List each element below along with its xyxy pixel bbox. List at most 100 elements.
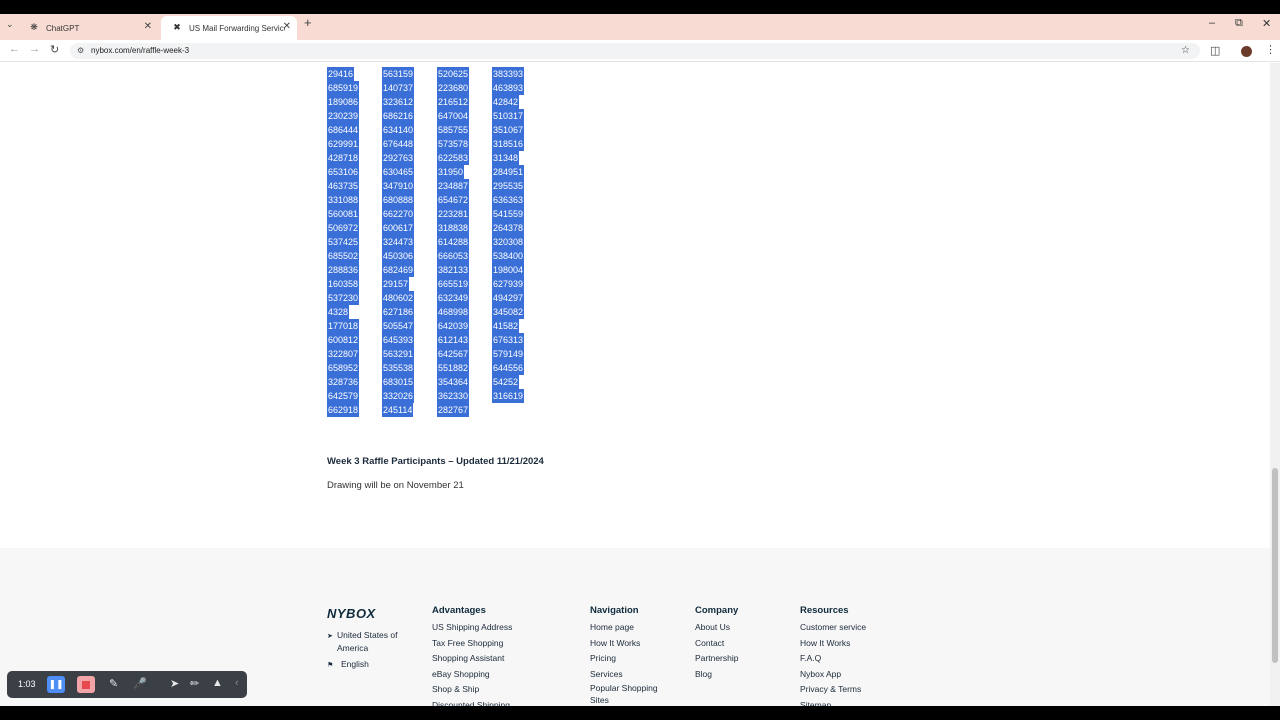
minimize-icon[interactable]: – [1209, 17, 1215, 29]
raffle-number: 563291 [382, 347, 415, 361]
raffle-number: 160358 [327, 277, 360, 291]
raffle-number: 177018 [327, 319, 360, 333]
raffle-number: 216512 [437, 95, 470, 109]
tab-title: ChatGPT [46, 23, 80, 33]
raffle-number: 642039 [437, 319, 470, 333]
raffle-number: 573578 [437, 137, 470, 151]
raffle-subtitle: Drawing will be on November 21 [327, 480, 464, 491]
raffle-number: 292763 [382, 151, 415, 165]
back-icon[interactable]: ← [9, 43, 20, 55]
footer-link[interactable]: Nybox App [800, 667, 866, 683]
annotate-icon[interactable]: ✎ [109, 677, 118, 690]
footer-link[interactable]: Shopping Assistant [432, 651, 512, 667]
footer-heading: Advantages [432, 605, 486, 616]
pause-button[interactable]: ❚❚ [47, 676, 65, 693]
tab-chatgpt[interactable]: ❋ ChatGPT ✕ [18, 16, 158, 40]
footer-col-company: Company About Us Contact Partnership Blo… [695, 605, 738, 682]
stop-button[interactable] [77, 676, 95, 693]
nybox-x-icon: ✖ [173, 22, 181, 32]
raffle-number: 645393 [382, 333, 415, 347]
window-close-icon[interactable]: ✕ [1262, 17, 1271, 30]
language-selector[interactable]: ⚑ English [327, 658, 369, 672]
raffle-number: 658952 [327, 361, 360, 375]
footer-link[interactable]: Services [590, 667, 670, 683]
raffle-number: 634140 [382, 123, 415, 137]
address-bar[interactable]: ⚙ nybox.com/en/raffle-week-3 ☆ [70, 43, 1200, 59]
raffle-number: 29157 [382, 277, 410, 291]
raffle-number: 636363 [492, 193, 525, 207]
footer-link[interactable]: Home page [590, 620, 670, 636]
raffle-number: 31950 [437, 165, 465, 179]
screen-bottom-strip [0, 706, 1280, 720]
footer-link[interactable]: Shop & Ship [432, 682, 512, 698]
footer-link[interactable]: How It Works [590, 636, 670, 652]
footer-heading: Company [695, 605, 739, 616]
highlighter-icon[interactable]: ▲ [212, 677, 223, 689]
forward-icon[interactable]: → [29, 43, 40, 55]
raffle-number: 468998 [437, 305, 470, 319]
raffle-number: 318838 [437, 221, 470, 235]
pen-icon[interactable]: ✏ [190, 677, 199, 690]
collapse-chevron-icon[interactable]: ‹ [235, 677, 239, 689]
raffle-number: 676448 [382, 137, 415, 151]
raffle-number: 332026 [382, 389, 415, 403]
footer-link[interactable]: Popular Shopping Sites [590, 682, 670, 705]
extensions-icon[interactable]: ◫ [1210, 44, 1220, 57]
footer-link[interactable]: Tax Free Shopping [432, 636, 512, 652]
footer-link[interactable]: Partnership [695, 651, 738, 667]
raffle-number: 685919 [327, 81, 360, 95]
raffle-number: 463893 [492, 81, 525, 95]
flag-icon: ⚑ [327, 662, 334, 669]
raffle-number: 223680 [437, 81, 470, 95]
location-selector[interactable]: ➤ United States of America [327, 629, 403, 655]
footer-link[interactable]: About Us [695, 620, 738, 636]
raffle-number: 600617 [382, 221, 415, 235]
raffle-number: 316619 [492, 389, 525, 403]
footer-col-resources: Resources Customer service How It Works … [800, 605, 866, 713]
footer-link[interactable]: eBay Shopping [432, 667, 512, 683]
footer-link[interactable]: US Shipping Address [432, 620, 512, 636]
raffle-number: 510317 [492, 109, 525, 123]
raffle-number: 189086 [327, 95, 360, 109]
footer-link[interactable]: Customer service [800, 620, 866, 636]
location-label: United States of America [337, 630, 398, 653]
raffle-number: 614288 [437, 235, 470, 249]
raffle-number: 642579 [327, 389, 360, 403]
raffle-number: 331088 [327, 193, 360, 207]
close-icon[interactable]: ✕ [283, 21, 291, 32]
tab-nybox[interactable]: ✖ US Mail Forwarding Service | Sh ✕ [161, 16, 297, 40]
nybox-logo[interactable]: NYBOX [327, 606, 376, 621]
site-info-icon[interactable]: ⚙ [77, 43, 84, 59]
scrollbar-thumb[interactable] [1272, 468, 1278, 663]
avatar[interactable] [1241, 46, 1252, 57]
cursor-icon[interactable]: ➤ [170, 677, 179, 690]
browser-tab-bar: ⌄ ❋ ChatGPT ✕ ✖ US Mail Forwarding Servi… [0, 14, 1280, 40]
footer-link[interactable]: How It Works [800, 636, 866, 652]
raffle-number: 666053 [437, 249, 470, 263]
raffle-number: 632349 [437, 291, 470, 305]
raffle-title: Week 3 Raffle Participants – Updated 11/… [327, 456, 544, 467]
raffle-number: 662270 [382, 207, 415, 221]
microphone-icon[interactable]: 🎤 [133, 677, 147, 690]
raffle-number: 362330 [437, 389, 470, 403]
raffle-number: 354364 [437, 375, 470, 389]
footer-link[interactable]: Blog [695, 667, 738, 683]
bookmark-star-icon[interactable]: ☆ [1181, 43, 1190, 59]
raffle-number: 295535 [492, 179, 525, 193]
raffle-number: 140737 [382, 81, 415, 95]
tab-search-chevron-icon[interactable]: ⌄ [6, 19, 14, 30]
raffle-number: 612143 [437, 333, 470, 347]
close-icon[interactable]: ✕ [144, 21, 152, 32]
reload-icon[interactable]: ↻ [50, 43, 59, 56]
footer-link[interactable]: Pricing [590, 651, 670, 667]
restore-icon[interactable]: ⧉ [1235, 17, 1243, 30]
chatgpt-icon: ❋ [30, 22, 38, 32]
raffle-number: 480602 [382, 291, 415, 305]
new-tab-icon[interactable]: + [304, 15, 312, 30]
raffle-number: 324473 [382, 235, 415, 249]
footer-link[interactable]: F.A.Q [800, 651, 866, 667]
menu-kebab-icon[interactable]: ⋮ [1265, 43, 1276, 56]
footer-link[interactable]: Privacy & Terms [800, 682, 866, 698]
footer-link[interactable]: Contact [695, 636, 738, 652]
screen-recorder-toolbar: 1:03 ❚❚ ✎ 🎤 ➤ ✏ ▲ ‹ [7, 671, 247, 698]
